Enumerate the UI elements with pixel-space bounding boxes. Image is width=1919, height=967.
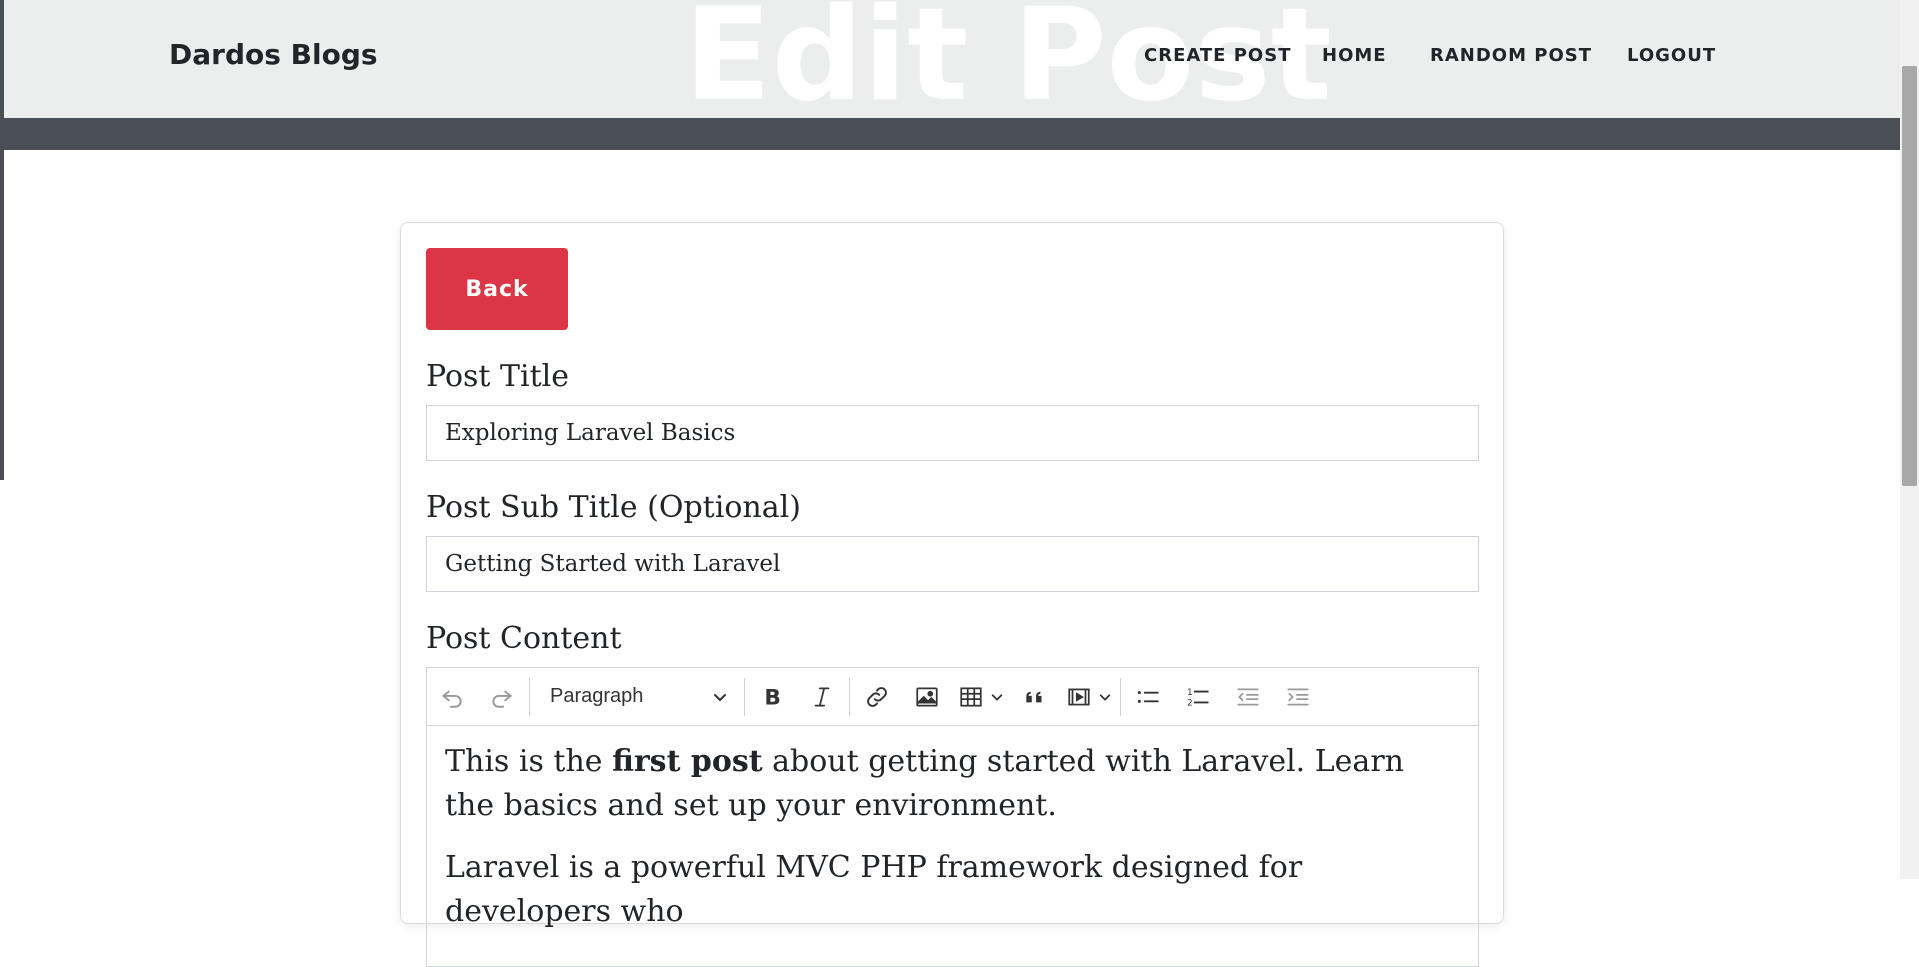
page-scrollbar[interactable]	[1900, 0, 1919, 879]
redo-button[interactable]	[477, 668, 527, 725]
editor-toolbar: Paragraph B 1 2	[427, 668, 1478, 726]
site-header: Edit Post Dardos Blogs CREATE POST HOME …	[4, 0, 1900, 118]
post-subtitle-input[interactable]	[426, 536, 1479, 592]
paragraph-text: This is the	[445, 744, 613, 779]
toolbar-separator	[529, 677, 530, 716]
toolbar-separator	[849, 677, 850, 716]
blockquote-button[interactable]	[1010, 668, 1060, 725]
bold-button[interactable]: B	[747, 668, 797, 725]
post-title-label: Post Title	[426, 359, 570, 394]
toolbar-separator	[744, 677, 745, 716]
bulleted-list-button[interactable]	[1123, 668, 1173, 725]
italic-icon	[814, 686, 830, 707]
editor-content-area[interactable]: This is the first post about getting sta…	[445, 740, 1456, 952]
post-subtitle-label: Post Sub Title (Optional)	[426, 490, 801, 525]
link-icon	[867, 686, 887, 707]
indent-button[interactable]	[1273, 668, 1323, 725]
image-icon	[916, 686, 938, 707]
svg-text:1: 1	[1187, 687, 1193, 697]
nav-create-post[interactable]: CREATE POST	[1144, 45, 1291, 66]
svg-text:B: B	[764, 685, 781, 709]
numbered-list-button[interactable]: 1 2	[1173, 668, 1223, 725]
media-embed-button[interactable]	[1060, 668, 1118, 725]
content-paragraph: This is the first post about getting sta…	[445, 740, 1456, 828]
post-content-label: Post Content	[426, 621, 622, 656]
header-band	[4, 118, 1900, 150]
back-button[interactable]: Back	[426, 248, 568, 330]
outdent-button[interactable]	[1223, 668, 1273, 725]
chevron-down-icon	[1099, 693, 1111, 700]
heading-dropdown[interactable]: Paragraph	[532, 668, 742, 725]
table-button[interactable]	[952, 668, 1010, 725]
scrollbar-thumb[interactable]	[1902, 66, 1917, 486]
rich-text-editor: Paragraph B 1 2 This is the first post a…	[426, 667, 1479, 967]
bold-icon: B	[764, 685, 781, 709]
numbered-list-icon: 1 2	[1187, 687, 1209, 708]
chevron-down-icon	[991, 693, 1003, 700]
svg-text:2: 2	[1187, 698, 1193, 708]
undo-icon	[442, 690, 462, 708]
nav-logout[interactable]: LOGOUT	[1627, 45, 1716, 66]
italic-button[interactable]	[797, 668, 847, 725]
media-embed-icon	[1068, 688, 1090, 705]
heading-dropdown-value: Paragraph	[550, 685, 644, 707]
image-button[interactable]	[902, 668, 952, 725]
outdent-icon	[1237, 688, 1259, 705]
nav-random-post[interactable]: RANDOM POST	[1430, 45, 1592, 66]
indent-icon	[1287, 688, 1309, 705]
quote-icon	[1026, 691, 1042, 702]
bold-text: first post	[612, 744, 763, 779]
content-paragraph: Laravel is a powerful MVC PHP framework …	[445, 850, 1303, 929]
bulleted-list-icon	[1137, 690, 1159, 703]
undo-button[interactable]	[427, 668, 477, 725]
edit-post-card: Back Post Title Post Sub Title (Optional…	[400, 222, 1504, 967]
main-nav: CREATE POST HOME RANDOM POST LOGOUT	[4, 45, 1900, 69]
link-button[interactable]	[852, 668, 902, 725]
redo-icon	[492, 690, 512, 708]
nav-home[interactable]: HOME	[1322, 45, 1387, 66]
table-icon	[960, 686, 982, 707]
chevron-down-icon	[714, 693, 726, 701]
toolbar-separator	[1120, 677, 1121, 716]
post-title-input[interactable]	[426, 405, 1479, 461]
